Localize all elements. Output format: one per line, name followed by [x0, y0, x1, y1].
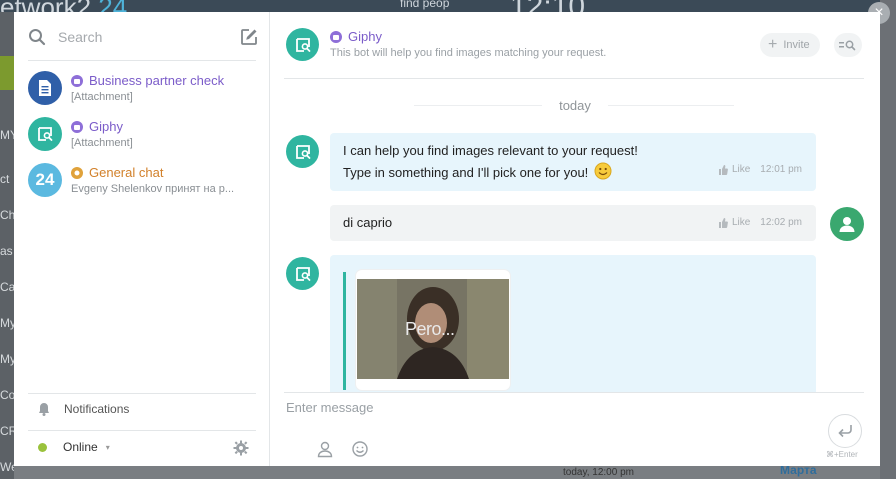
smiley-emoji-icon	[594, 162, 612, 180]
divider	[28, 60, 256, 61]
notifications-button[interactable]: Notifications	[38, 402, 129, 416]
giphy-bot-icon	[38, 127, 53, 141]
message-line: Type in something and I'll pick one for …	[343, 165, 589, 180]
chat-list-panel: Business partner check [Attachment] Giph…	[14, 12, 270, 466]
like-label: Like	[731, 217, 751, 228]
invite-button[interactable]: + Invite	[760, 33, 820, 57]
search-input[interactable]	[58, 29, 228, 45]
background-menu-item: as	[0, 244, 13, 258]
divider	[28, 430, 256, 431]
giphy-bot-icon	[295, 266, 310, 281]
user-avatar[interactable]	[830, 207, 864, 241]
chat-last-message: [Attachment]	[71, 91, 133, 103]
message-bubble: I can help you find images relevant to y…	[330, 133, 816, 191]
bot-badge-icon	[71, 120, 83, 133]
background-bottom	[14, 466, 880, 479]
send-shortcut-hint: ⌘+Enter	[826, 450, 858, 459]
gif-image[interactable]: Pero...	[357, 279, 509, 379]
search-icon[interactable]	[28, 28, 46, 46]
message-bubble: Pero...	[330, 255, 816, 392]
gear-icon[interactable]	[233, 440, 249, 456]
user-mention-icon[interactable]	[316, 440, 334, 458]
background-menu-item: ct	[0, 172, 10, 186]
background-green-block	[0, 56, 14, 90]
chat-header-description: This bot will help you find images match…	[330, 47, 607, 59]
message-time: 12:01 pm	[760, 164, 802, 175]
chat-item-giphy[interactable]: Giphy [Attachment]	[28, 114, 264, 154]
giphy-bot-icon	[295, 37, 310, 52]
bell-icon	[39, 403, 49, 416]
message-text: di caprio	[343, 215, 393, 230]
search-bar	[28, 22, 258, 52]
message-bubble: di caprio Like 12:02 pm	[330, 205, 816, 241]
search-messages-button[interactable]	[834, 33, 862, 57]
message-meta: Like 12:02 pm	[718, 217, 802, 228]
message-input[interactable]	[286, 400, 806, 415]
invite-label: Invite	[783, 39, 810, 51]
document-icon	[39, 80, 51, 96]
chat-header-avatar[interactable]	[286, 28, 319, 61]
gif-caption: Pero...	[405, 319, 455, 339]
background-right-panel	[880, 0, 896, 479]
plus-icon: +	[768, 36, 778, 53]
status-label: Online	[63, 440, 98, 454]
chat-last-message: [Attachment]	[71, 137, 133, 149]
conversation-panel: Giphy This bot will help you find images…	[270, 12, 880, 466]
message-line: I can help you find images relevant to y…	[343, 143, 638, 158]
avatar: 24	[28, 163, 62, 197]
thumbs-up-icon	[718, 164, 728, 175]
chat-title: Giphy	[89, 119, 123, 134]
send-button[interactable]	[828, 414, 862, 448]
background-find-people: find peop	[400, 0, 450, 10]
divider	[28, 393, 256, 394]
divider	[284, 78, 864, 79]
online-status-icon	[38, 442, 47, 452]
chat-header-title[interactable]: Giphy	[330, 29, 382, 44]
enter-arrow-icon	[838, 425, 852, 438]
chat-name: Giphy	[348, 29, 382, 44]
giphy-bot-icon	[295, 144, 310, 159]
status-selector[interactable]: Online ▾	[38, 440, 110, 454]
general-chat-badge-icon	[71, 166, 83, 179]
chat-item-business-partner-check[interactable]: Business partner check [Attachment]	[28, 68, 264, 108]
attachment-bar	[343, 272, 346, 390]
bot-avatar[interactable]	[286, 135, 319, 168]
chat-title: General chat	[89, 165, 164, 180]
gif-attachment[interactable]: Pero...	[356, 270, 510, 390]
smiley-icon[interactable]	[351, 440, 369, 458]
avatar	[28, 71, 62, 105]
background-bottom-time: today, 12:00 pm	[563, 467, 634, 478]
bot-badge-icon	[71, 74, 83, 87]
user-icon	[839, 217, 855, 232]
search-list-icon	[839, 40, 856, 51]
notifications-label: Notifications	[64, 402, 130, 416]
thumbs-up-icon	[718, 217, 728, 228]
avatar	[28, 117, 62, 151]
chat-title: Business partner check	[89, 73, 225, 88]
compose-icon[interactable]	[240, 28, 258, 46]
chat-last-message: Evgeny Shelenkov принят на р...	[71, 183, 235, 195]
message-time: 12:02 pm	[760, 217, 802, 228]
like-button[interactable]: Like	[718, 164, 750, 175]
bot-badge-icon	[330, 30, 342, 43]
message-text: I can help you find images relevant to y…	[343, 140, 638, 184]
chevron-down-icon: ▾	[105, 442, 110, 452]
like-button[interactable]: Like	[718, 217, 750, 228]
message-meta: Like 12:01 pm	[718, 164, 802, 175]
chat-item-general-chat[interactable]: 24 General chat Evgeny Shelenkov принят …	[28, 160, 264, 200]
day-separator: today	[542, 98, 608, 113]
bot-avatar[interactable]	[286, 257, 319, 290]
messenger-window: Business partner check [Attachment] Giph…	[14, 12, 880, 466]
divider	[284, 392, 864, 393]
like-label: Like	[731, 164, 751, 175]
